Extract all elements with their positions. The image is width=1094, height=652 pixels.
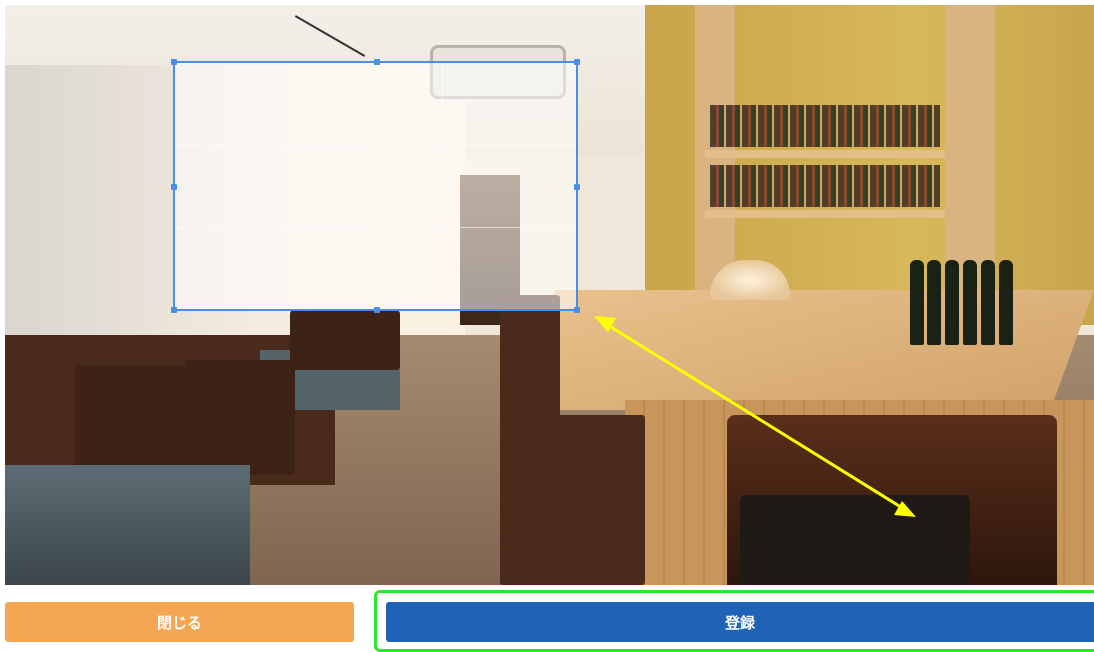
photo-bar-stool xyxy=(520,415,645,585)
photo-wine-bottle xyxy=(927,260,941,345)
crop-grid-line xyxy=(442,63,444,309)
photo-wine-bottle xyxy=(999,260,1013,345)
crop-handle-bottom-left[interactable] xyxy=(171,307,177,313)
photo-chair xyxy=(75,365,185,475)
photo-wine-bottle xyxy=(910,260,924,345)
close-button[interactable]: 閉じる xyxy=(5,602,354,642)
crop-handle-bottom-right[interactable] xyxy=(574,307,580,313)
crop-grid-line xyxy=(175,144,576,146)
photo-wine-bottle xyxy=(963,260,977,345)
photo-bottle-row xyxy=(710,165,940,207)
crop-handle-left[interactable] xyxy=(171,184,177,190)
photo-table xyxy=(5,465,250,585)
photo-chair xyxy=(185,360,295,475)
photo-wine-bottle xyxy=(981,260,995,345)
crop-grid-line xyxy=(175,226,576,228)
register-button[interactable]: 登録 xyxy=(386,602,1094,642)
crop-handle-top-left[interactable] xyxy=(171,59,177,65)
crop-handle-top-right[interactable] xyxy=(574,59,580,65)
photo-bottle-row xyxy=(710,105,940,147)
crop-handle-top[interactable] xyxy=(374,59,380,65)
crop-handle-bottom[interactable] xyxy=(374,307,380,313)
crop-grid-line xyxy=(308,63,310,309)
crop-selection-box[interactable] xyxy=(171,59,580,313)
photo-shelf xyxy=(705,150,945,158)
photo-chair xyxy=(290,310,400,370)
photo-wine-bottle xyxy=(945,260,959,345)
photo-shelf xyxy=(705,210,945,218)
photo-chair-seat xyxy=(740,495,970,585)
crop-handle-right[interactable] xyxy=(574,184,580,190)
